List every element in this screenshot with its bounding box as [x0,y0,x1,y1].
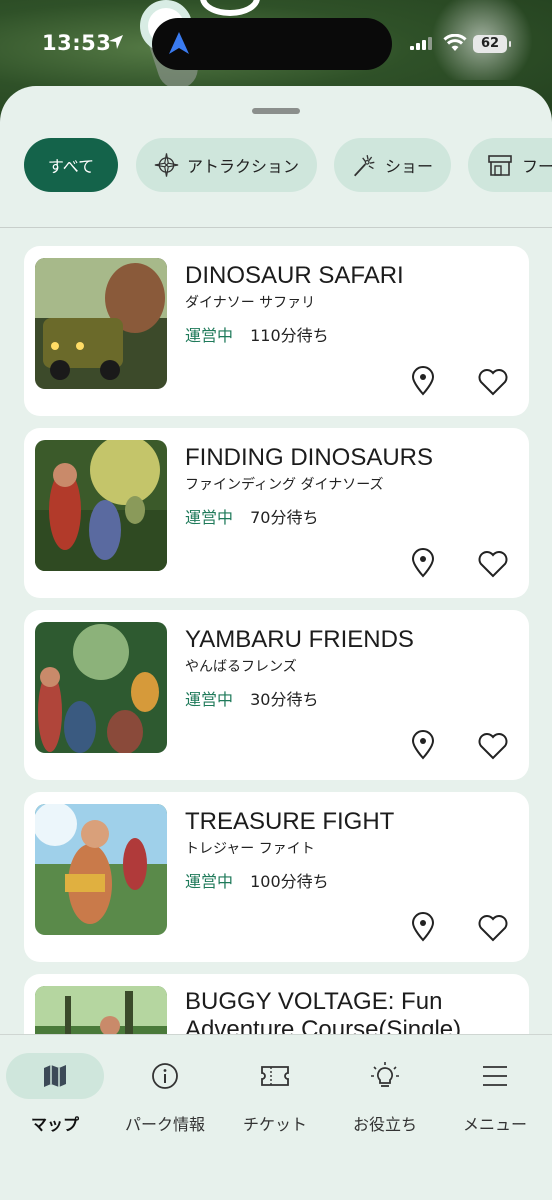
tab-menu[interactable]: メニュー [440,1035,550,1135]
map-pin-icon[interactable] [410,366,436,396]
dynamic-island [152,18,392,70]
attraction-card-dinosaur-safari[interactable]: DINOSAUR SAFARI ダイナソー サファリ 運営中 110分待ち [24,246,529,416]
filter-chip-food[interactable]: フー [468,138,552,192]
attraction-status-row: 運営中 100分待ち [185,868,329,892]
tab-icon-container [446,1053,544,1099]
filter-chip-bar: すべて アトラクション ショー フー [24,138,552,192]
heart-icon[interactable] [478,914,508,942]
attraction-thumbnail [35,440,167,571]
operating-status: 運営中 [185,872,234,891]
status-time: 13:53 [42,31,112,55]
tab-icon-container [336,1053,434,1099]
filter-chip-shows[interactable]: ショー [334,138,451,192]
filter-chip-all[interactable]: すべて [24,138,118,192]
operating-status: 運営中 [185,508,234,527]
attraction-title: FINDING DINOSAURS [185,444,434,471]
operating-status: 運営中 [185,690,234,709]
filter-chip-label: フー [522,157,552,176]
attraction-thumbnail [35,622,167,753]
lightbulb-icon [371,1062,399,1087]
wifi-icon [443,34,467,51]
attraction-card-treasure-fight[interactable]: TREASURE FIGHT トレジャー ファイト 運営中 100分待ち [24,792,529,962]
map-icon [44,1065,66,1087]
attraction-card-finding-dinosaurs[interactable]: FINDING DINOSAURS ファインディング ダイナソーズ 運営中 70… [24,428,529,598]
wait-time: 70分待ち [250,508,319,527]
attraction-title: YAMBARU FRIENDS [185,626,414,653]
sheet-drag-handle[interactable] [252,108,300,114]
attraction-title: TREASURE FIGHT [185,808,395,835]
attraction-thumbnail [35,804,167,935]
map-pin-icon[interactable] [410,730,436,760]
tab-park-info[interactable]: パーク情報 [110,1035,220,1135]
attraction-subtitle: トレジャー ファイト [185,841,315,857]
tab-useful[interactable]: お役立ち [330,1035,440,1135]
tab-label: チケット [242,1115,307,1134]
attraction-list-sheet: すべて アトラクション ショー フー DINOSAUR SAFARI ダイナソー… [0,86,552,1200]
filter-chip-label: ショー [384,157,433,176]
wait-time: 30分待ち [250,690,319,709]
tab-ticket[interactable]: チケット [220,1035,330,1135]
navigation-arrow-icon [169,32,189,54]
attraction-card-yambaru-friends[interactable]: YAMBARU FRIENDS やんばるフレンズ 運営中 30分待ち [24,610,529,780]
shop-icon [488,155,512,176]
attraction-subtitle: やんばるフレンズ [185,659,297,675]
wait-time: 100分待ち [250,872,329,891]
tab-icon-container [6,1053,104,1099]
wait-time: 110分待ち [250,326,329,345]
bottom-tab-bar: マップ パーク情報 チケット お役立ち メニュー [0,1034,552,1200]
operating-status: 運営中 [185,326,234,345]
heart-icon[interactable] [478,368,508,396]
attraction-subtitle: ダイナソー サファリ [185,295,316,311]
tab-label: パーク情報 [124,1115,205,1134]
tab-icon-container [116,1053,214,1099]
menu-icon [483,1066,507,1086]
tab-label: メニュー [462,1115,527,1134]
cellular-signal-icon [410,37,432,50]
battery-indicator: 62 [473,35,511,53]
filter-chip-label: アトラクション [186,157,299,176]
tab-map[interactable]: マップ [0,1035,110,1135]
compass-icon [154,153,179,177]
status-bar: 13:53 62 [0,0,552,90]
map-pin-icon[interactable] [410,548,436,578]
attraction-title: DINOSAUR SAFARI [185,262,404,289]
filter-chip-attractions[interactable]: アトラクション [136,138,317,192]
info-icon [152,1063,178,1089]
attraction-status-row: 運営中 30分待ち [185,686,318,710]
tab-icon-container [226,1053,324,1099]
attraction-subtitle: ファインディング ダイナソーズ [185,477,384,493]
map-pin-icon[interactable] [410,912,436,942]
heart-icon[interactable] [478,732,508,760]
filter-chip-label: すべて [47,157,95,176]
attraction-thumbnail [35,258,167,389]
ticket-icon [261,1066,289,1086]
sparkle-wand-icon [354,155,375,177]
heart-icon[interactable] [478,550,508,578]
location-arrow-icon [108,34,124,55]
attraction-status-row: 運営中 110分待ち [185,322,329,346]
tab-label: お役立ち [352,1115,417,1134]
tab-label: マップ [30,1115,79,1134]
divider [0,227,552,228]
attraction-status-row: 運営中 70分待ち [185,504,318,528]
